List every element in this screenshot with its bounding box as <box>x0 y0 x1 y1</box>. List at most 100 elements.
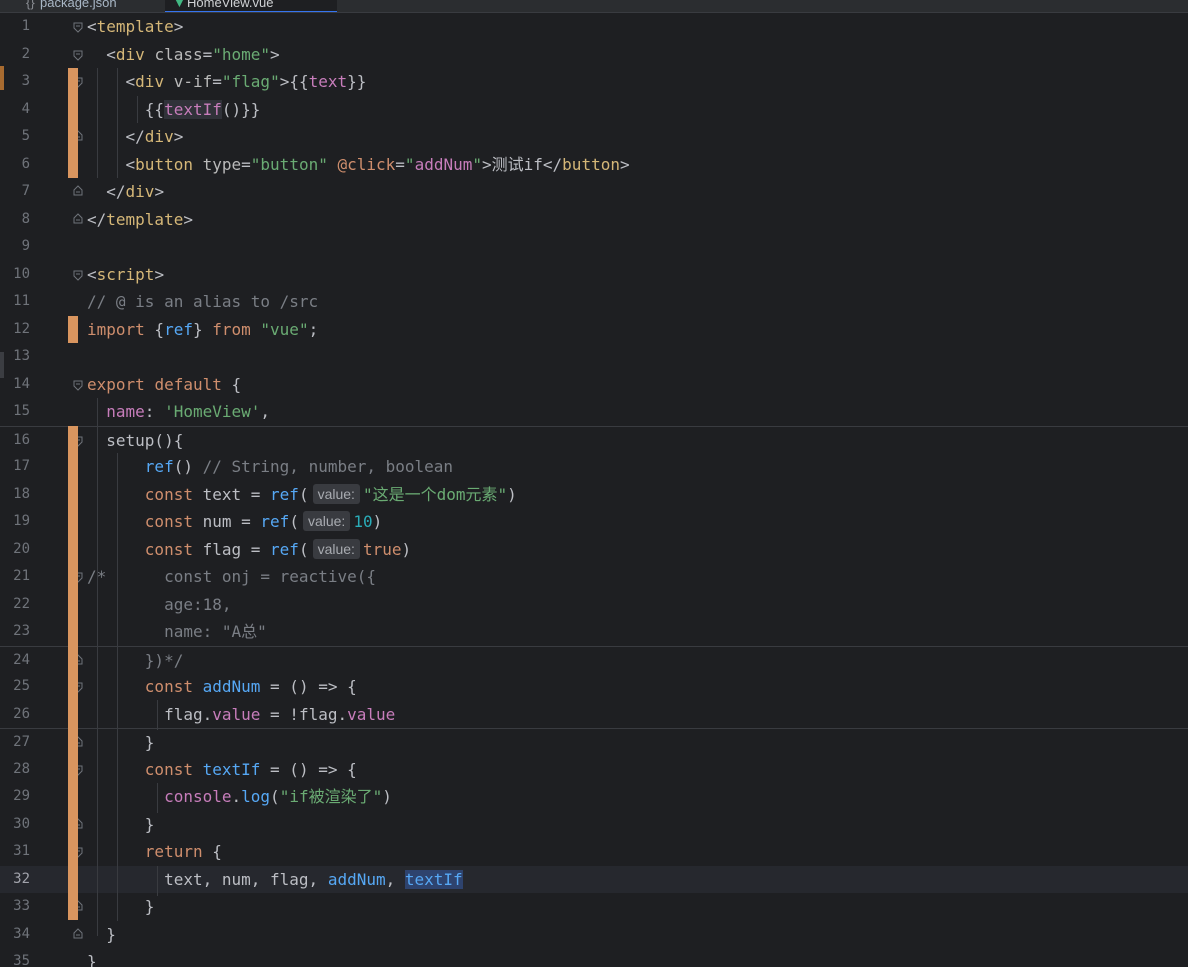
tab-package-json[interactable]: {} package.json <box>18 0 158 12</box>
code-text[interactable]: </div> <box>87 178 164 206</box>
fold-end-icon[interactable] <box>73 212 83 224</box>
line-number[interactable]: 10 <box>0 261 30 289</box>
line-number[interactable]: 32 <box>0 866 30 894</box>
code-text[interactable]: <script> <box>87 261 164 289</box>
fold-expanded-icon[interactable] <box>73 380 83 391</box>
code-text[interactable]: console.log("if被渲染了") <box>87 783 392 811</box>
line-number[interactable]: 33 <box>0 893 30 921</box>
code-text[interactable]: <button type="button" @click="addNum">测试… <box>87 151 630 179</box>
code-line[interactable]: 2 <div class="home"> <box>0 41 1188 69</box>
code-line[interactable]: 25 const addNum = () => { <box>0 673 1188 701</box>
code-text[interactable]: } <box>87 921 116 949</box>
code-text[interactable]: const addNum = () => { <box>87 673 357 701</box>
code-text[interactable]: <template> <box>87 13 183 41</box>
line-number[interactable]: 16 <box>0 427 30 455</box>
line-number[interactable]: 25 <box>0 673 30 701</box>
code-line[interactable]: 7 </div> <box>0 178 1188 206</box>
code-text[interactable]: const textIf = () => { <box>87 756 357 784</box>
code-text[interactable]: })*/ <box>87 647 184 675</box>
line-number[interactable]: 20 <box>0 536 30 564</box>
code-line[interactable]: 29 console.log("if被渲染了") <box>0 783 1188 811</box>
code-line[interactable]: 33 } <box>0 893 1188 921</box>
code-line[interactable]: 10 <script> <box>0 261 1188 289</box>
code-text[interactable]: name: 'HomeView', <box>87 398 270 426</box>
code-line[interactable]: 27 } <box>0 728 1188 756</box>
code-line[interactable]: 1 <template> <box>0 13 1188 41</box>
code-line[interactable]: 30 } <box>0 811 1188 839</box>
code-text[interactable]: /* const onj = reactive({ <box>87 563 376 591</box>
line-number[interactable]: 21 <box>0 563 30 591</box>
code-line[interactable]: 15 name: 'HomeView', <box>0 398 1188 426</box>
code-line[interactable]: 4 {{textIf()}} <box>0 96 1188 124</box>
line-number[interactable]: 3 <box>0 68 30 96</box>
line-number[interactable]: 23 <box>0 618 30 646</box>
line-number[interactable]: 17 <box>0 453 30 481</box>
line-number[interactable]: 26 <box>0 701 30 729</box>
fold-expanded-icon[interactable] <box>73 50 83 61</box>
line-number[interactable]: 12 <box>0 316 30 344</box>
line-number[interactable]: 14 <box>0 371 30 399</box>
code-line[interactable]: 17 ref() // String, number, boolean <box>0 453 1188 481</box>
code-line[interactable]: 19 const num = ref(value: 10) <box>0 508 1188 536</box>
line-number[interactable]: 13 <box>0 343 30 371</box>
line-number[interactable]: 22 <box>0 591 30 619</box>
line-number[interactable]: 19 <box>0 508 30 536</box>
code-text[interactable]: return { <box>87 838 222 866</box>
code-text[interactable]: const text = ref(value: "这是一个dom元素") <box>87 481 517 509</box>
code-text[interactable]: const flag = ref(value: true) <box>87 536 411 564</box>
line-number[interactable]: 35 <box>0 948 30 967</box>
code-text[interactable]: } <box>87 948 97 967</box>
code-line[interactable]: 32 text, num, flag, addNum, textIf <box>0 865 1188 894</box>
code-line[interactable]: 5 </div> <box>0 123 1188 151</box>
code-text[interactable]: // @ is an alias to /src <box>87 288 318 316</box>
code-line[interactable]: 8 </template> <box>0 206 1188 234</box>
code-line[interactable]: 24 })*/ <box>0 645 1188 675</box>
code-line[interactable]: 13 <box>0 343 1188 371</box>
line-number[interactable]: 31 <box>0 838 30 866</box>
line-number[interactable]: 7 <box>0 178 30 206</box>
line-number[interactable]: 2 <box>0 41 30 69</box>
code-text[interactable]: const num = ref(value: 10) <box>87 508 382 536</box>
code-line[interactable]: 9 <box>0 233 1188 261</box>
line-number[interactable]: 27 <box>0 729 30 757</box>
code-line[interactable]: 16 setup(){ <box>0 425 1188 455</box>
code-text[interactable]: </template> <box>87 206 193 234</box>
line-number[interactable]: 4 <box>0 96 30 124</box>
fold-expanded-icon[interactable] <box>73 22 83 33</box>
line-number[interactable]: 5 <box>0 123 30 151</box>
code-line[interactable]: 12 import {ref} from "vue"; <box>0 316 1188 344</box>
code-text[interactable]: flag.value = !flag.value <box>87 701 395 729</box>
code-text[interactable]: text, num, flag, addNum, textIf <box>87 866 463 894</box>
line-number[interactable]: 34 <box>0 921 30 949</box>
code-line[interactable]: 28 const textIf = () => { <box>0 756 1188 784</box>
code-editor[interactable]: {} package.json ▼HomeView.vue 1 <template>… <box>0 0 1188 967</box>
code-line[interactable]: 14 export default { <box>0 371 1188 399</box>
line-number[interactable]: 1 <box>0 13 30 41</box>
line-number[interactable]: 9 <box>0 233 30 261</box>
fold-end-icon[interactable] <box>73 185 83 196</box>
line-number[interactable]: 11 <box>0 288 30 316</box>
code-text[interactable]: <div v-if="flag">{{text}} <box>87 68 367 96</box>
code-text[interactable]: {{textIf()}} <box>87 96 260 124</box>
line-number[interactable]: 8 <box>0 206 30 234</box>
line-number[interactable]: 29 <box>0 783 30 811</box>
code-line[interactable]: 31 return { <box>0 838 1188 866</box>
code-line[interactable]: 22 age:18, <box>0 591 1188 619</box>
line-number[interactable]: 24 <box>0 647 30 675</box>
code-line[interactable]: 21 /* const onj = reactive({ <box>0 563 1188 591</box>
code-text[interactable]: name: "A总" <box>87 618 267 646</box>
line-number[interactable]: 28 <box>0 756 30 784</box>
fold-end-icon[interactable] <box>73 927 83 939</box>
line-number[interactable]: 15 <box>0 398 30 426</box>
fold-expanded-icon[interactable] <box>73 270 83 281</box>
code-text[interactable]: <div class="home"> <box>87 41 279 69</box>
code-text[interactable]: export default { <box>87 371 241 399</box>
code-line[interactable]: 11 // @ is an alias to /src <box>0 288 1188 316</box>
tab-homeview-vue[interactable]: ▼HomeView.vue <box>165 0 337 12</box>
line-number[interactable]: 30 <box>0 811 30 839</box>
code-line[interactable]: 3 <div v-if="flag">{{text}} <box>0 68 1188 96</box>
code-text[interactable]: </div> <box>87 123 184 151</box>
code-line[interactable]: 23 name: "A总" <box>0 618 1188 646</box>
code-line[interactable]: 35} <box>0 948 1188 967</box>
code-line[interactable]: 18 const text = ref(value: "这是一个dom元素") <box>0 481 1188 509</box>
